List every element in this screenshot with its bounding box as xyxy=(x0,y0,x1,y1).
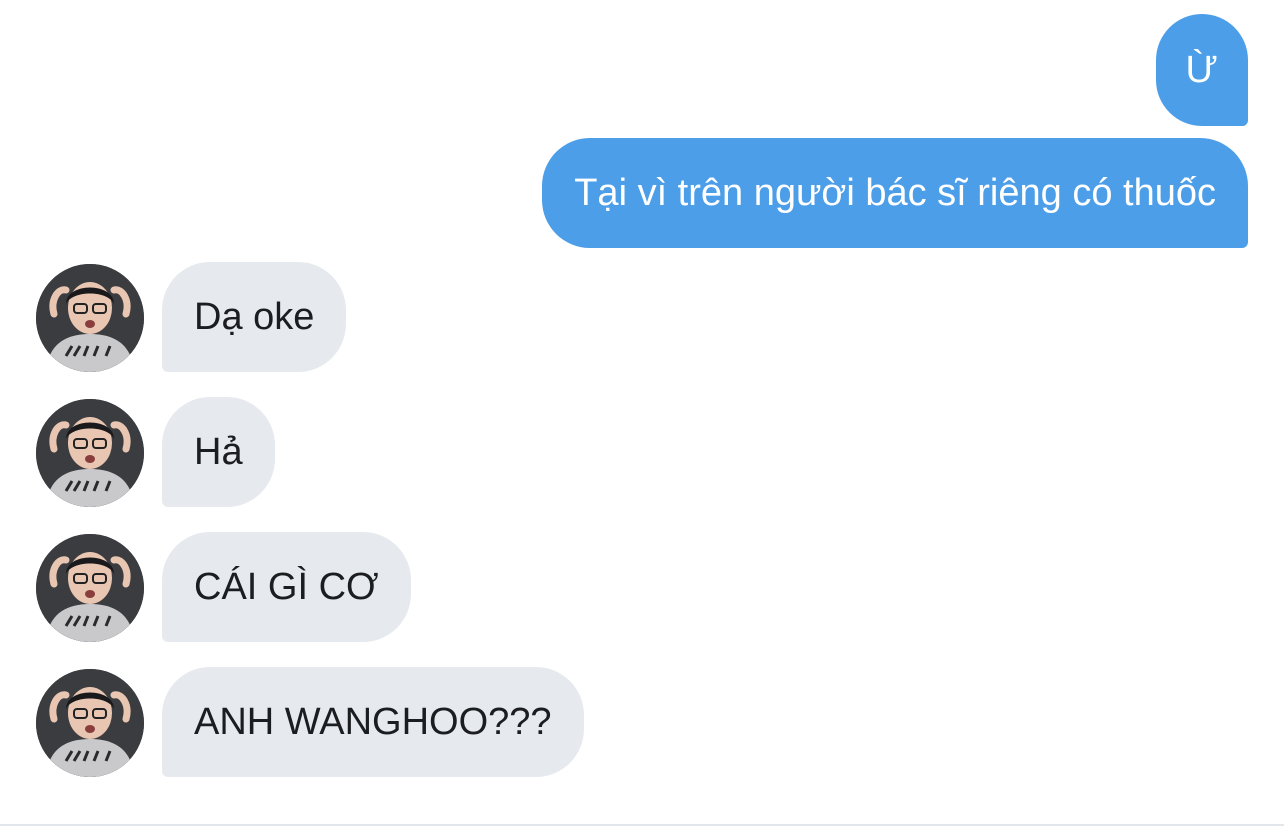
avatar-photo-icon xyxy=(36,399,144,507)
message-text: Dạ oke xyxy=(194,296,315,338)
contact-avatar[interactable] xyxy=(36,264,144,372)
incoming-message-bubble[interactable]: ANH WANGHOO??? xyxy=(162,667,584,777)
incoming-message-bubble[interactable]: CÁI GÌ CƠ xyxy=(162,532,411,642)
outgoing-message-bubble[interactable]: Ừ xyxy=(1155,14,1248,126)
message-text: Ừ xyxy=(1185,49,1218,91)
message-text: CÁI GÌ CƠ xyxy=(194,566,379,608)
avatar-photo-icon xyxy=(36,534,144,642)
avatar-photo-icon xyxy=(36,669,144,777)
message-text: Tại vì trên người bác sĩ riêng có thuốc xyxy=(574,172,1216,214)
incoming-message-bubble[interactable]: Hả xyxy=(162,397,275,507)
message-thread: Ừ Tại vì trên người bác sĩ riêng có thuố… xyxy=(0,0,1284,828)
contact-avatar[interactable] xyxy=(36,534,144,642)
avatar-photo-icon xyxy=(36,264,144,372)
message-text: Hả xyxy=(194,431,243,473)
divider xyxy=(0,824,1284,826)
contact-avatar[interactable] xyxy=(36,669,144,777)
contact-avatar[interactable] xyxy=(36,399,144,507)
incoming-message-bubble[interactable]: Dạ oke xyxy=(162,262,347,372)
outgoing-message-bubble[interactable]: Tại vì trên người bác sĩ riêng có thuốc xyxy=(542,138,1248,248)
message-text: ANH WANGHOO??? xyxy=(194,701,552,743)
